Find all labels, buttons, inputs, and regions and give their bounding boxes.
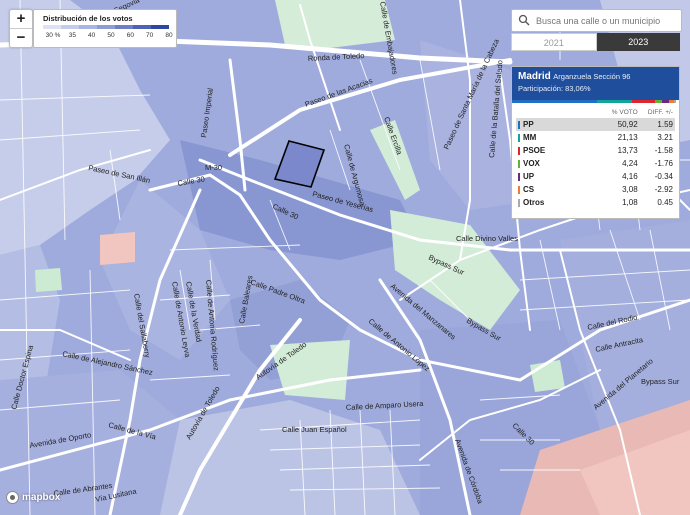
year-tabs: 2021 2023	[511, 33, 680, 51]
legend-tick-label: 50	[107, 32, 115, 39]
party-name: PP	[523, 120, 534, 129]
results-table: PP 50,92 1.59 MM 21,13 3.21 PSOE 13,73 -1.58 VOX 4…	[512, 118, 679, 209]
mapbox-logo-icon	[6, 491, 19, 504]
legend-tick-label: 30 %	[45, 32, 61, 39]
party-cell: Otros	[518, 198, 602, 207]
panel-header: Madrid Arganzuela Sección 96 Participaci…	[512, 67, 679, 100]
legend-tick-label: 35	[68, 32, 76, 39]
vote-diff: -0.34	[654, 172, 673, 181]
vote-pct: 4,24	[622, 159, 638, 168]
party-name: CS	[523, 185, 535, 194]
col-diff-header: DIFF. +/-	[647, 109, 673, 116]
share-segment	[674, 100, 677, 103]
share-segment	[662, 100, 670, 103]
vote-diff: -1.58	[654, 146, 673, 155]
party-name: PSOE	[523, 146, 546, 155]
tab-2021[interactable]: 2021	[511, 33, 597, 51]
party-cell: VOX	[518, 159, 602, 168]
result-row: MM 21,13 3.21	[516, 131, 675, 144]
municipality-name: Madrid	[518, 71, 551, 82]
vote-pct: 3,08	[622, 185, 638, 194]
vote-pct: 1,08	[622, 198, 638, 207]
party-color-swatch	[518, 133, 520, 142]
legend-tick-label: 60	[126, 32, 134, 39]
party-color-swatch	[518, 185, 520, 194]
party-color-swatch	[518, 146, 520, 155]
share-segment	[512, 100, 598, 103]
col-pct-header: % VOTO	[611, 109, 638, 116]
search-box	[511, 9, 682, 32]
legend-color-scale	[43, 25, 169, 29]
legend-color-step	[115, 25, 133, 29]
mapbox-attribution[interactable]: mapbox	[6, 491, 60, 504]
vote-diff: 0.45	[657, 198, 673, 207]
vote-diff: 3.21	[657, 133, 673, 142]
legend-tick-label: 40	[88, 32, 96, 39]
tab-2023[interactable]: 2023	[596, 33, 680, 51]
result-row: VOX 4,24 -1.76	[516, 157, 675, 170]
results-share-bar	[512, 100, 679, 103]
attribution-text: mapbox	[22, 492, 61, 503]
result-row: CS 3,08 -2.92	[516, 183, 675, 196]
legend-title: Distribución de los votos	[43, 14, 133, 23]
vote-pct: 4,16	[622, 172, 638, 181]
street-label: Bypass Sur	[641, 377, 680, 386]
vote-distribution-legend: Distribución de los votos 30 % 35 40 50 60 70…	[33, 9, 177, 48]
result-row: UP 4,16 -0.34	[516, 170, 675, 183]
legend-tick-label: 70	[146, 32, 154, 39]
legend-color-step	[79, 25, 97, 29]
search-input[interactable]	[534, 12, 678, 30]
result-row: PSOE 13,73 -1.58	[516, 144, 675, 157]
party-name: MM	[523, 133, 537, 142]
vote-diff: -1.76	[654, 159, 673, 168]
vote-diff: 1.59	[657, 120, 673, 129]
vote-diff: -2.92	[654, 185, 673, 194]
party-cell: CS	[518, 185, 602, 194]
result-row: PP 50,92 1.59	[516, 118, 675, 131]
result-row: Otros 1,08 0.45	[516, 196, 675, 209]
street-label: Calle Divino Valles	[456, 234, 518, 243]
share-segment	[597, 100, 633, 103]
zoom-control: + −	[9, 9, 33, 48]
party-name: Otros	[523, 198, 545, 207]
vote-pct: 50,92	[617, 120, 638, 129]
results-panel: Madrid Arganzuela Sección 96 Participaci…	[511, 66, 680, 219]
party-cell: UP	[518, 172, 602, 181]
legend-color-step	[97, 25, 115, 29]
party-color-swatch	[518, 159, 520, 168]
zoom-out-button[interactable]: −	[10, 28, 32, 47]
zoom-in-button[interactable]: +	[10, 10, 32, 28]
legend-color-step	[43, 25, 61, 29]
results-header: % VOTO DIFF. +/-	[512, 103, 679, 118]
party-name: UP	[523, 172, 535, 181]
party-cell: MM	[518, 133, 602, 142]
street-label: M-30	[205, 163, 222, 172]
participation-text: Participación: 83,06%	[518, 84, 591, 93]
vote-pct: 21,13	[617, 133, 638, 142]
party-name: VOX	[523, 159, 540, 168]
party-color-swatch	[518, 172, 520, 181]
legend-color-step	[151, 25, 169, 29]
party-color-swatch	[518, 198, 520, 207]
party-cell: PSOE	[518, 146, 602, 155]
share-segment	[632, 100, 656, 103]
legend-color-step	[133, 25, 151, 29]
party-color-swatch	[518, 120, 520, 129]
section-name: Arganzuela Sección 96	[553, 72, 631, 81]
vote-pct: 13,73	[617, 146, 638, 155]
legend-color-step	[61, 25, 79, 29]
street-label: Calle Juan Español	[282, 425, 347, 434]
search-icon	[518, 14, 530, 26]
share-segment	[655, 100, 663, 103]
legend-tick-label: 80	[165, 32, 173, 39]
legend-ticks: 30 % 35 40 50 60 70 80	[43, 32, 173, 42]
party-cell: PP	[518, 120, 602, 129]
